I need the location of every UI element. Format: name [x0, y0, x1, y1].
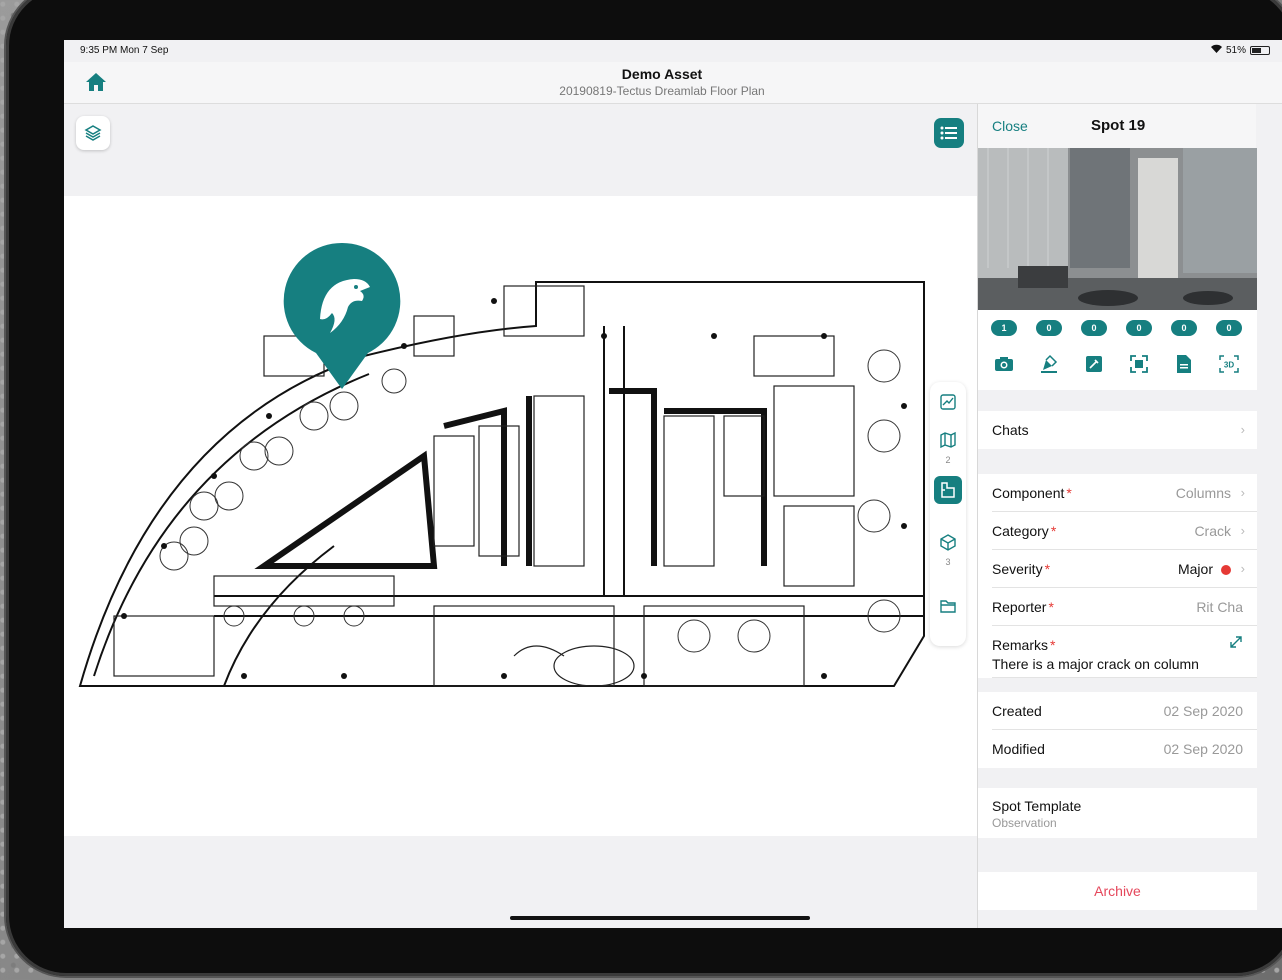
photo-count: 1 [991, 320, 1017, 336]
floor-plan-sheet[interactable] [64, 196, 977, 836]
layers-button[interactable] [76, 116, 110, 150]
tool-chart[interactable] [934, 388, 962, 416]
remarks-text: There is a major crack on column [992, 656, 1199, 672]
tool-map-count: 2 [945, 455, 951, 465]
document-button[interactable] [1172, 352, 1196, 376]
document-icon [1177, 355, 1191, 373]
markup-button[interactable] [1037, 352, 1061, 376]
pen-icon [1041, 354, 1058, 373]
severity-dot-icon [1221, 565, 1231, 575]
screen: 9:35 PM Mon 7 Sep 51% Demo Asset 2019081… [64, 40, 1282, 928]
chevron-right-icon: › [1240, 422, 1245, 437]
spot-template-value: Observation [992, 816, 1057, 830]
tool-3d[interactable] [934, 528, 962, 556]
reporter-label: Reporter * [992, 599, 1054, 615]
floorplan-icon [941, 482, 955, 498]
list-icon [940, 126, 957, 140]
created-value: 02 Sep 2020 [1163, 703, 1243, 719]
camera-button[interactable] [992, 352, 1016, 376]
category-row[interactable]: Category * Crack › [978, 512, 1257, 550]
category-label: Category * [992, 523, 1057, 539]
map-icon [940, 431, 956, 449]
floor-plan-viewer[interactable]: 2 5 3 [64, 104, 977, 928]
status-right: 51% [1210, 44, 1270, 56]
camera-icon [995, 357, 1013, 371]
3d-view-icon: 3D [1219, 355, 1239, 373]
page-subtitle: 20190819-Tectus Dreamlab Floor Plan [559, 84, 765, 98]
chart-icon [940, 394, 956, 410]
sketch-button[interactable] [1082, 352, 1106, 376]
modified-value: 02 Sep 2020 [1163, 741, 1243, 757]
scan-icon [1130, 355, 1148, 373]
reporter-row[interactable]: Reporter * Rit Cha [978, 588, 1257, 626]
document-count: 0 [1171, 320, 1197, 336]
tool-floorplan-count: 5 [945, 507, 951, 517]
panel-header: Close Spot 19 [978, 104, 1256, 148]
cube-icon [940, 534, 956, 551]
chevron-right-icon: › [1240, 523, 1245, 538]
view-toolbar: 2 5 3 [930, 382, 966, 646]
scan-count: 0 [1126, 320, 1152, 336]
component-row[interactable]: Component * Columns › [978, 474, 1257, 512]
markup-count: 0 [1036, 320, 1062, 336]
status-bar: 9:35 PM Mon 7 Sep 51% [64, 40, 1282, 62]
wifi-icon [1210, 44, 1222, 56]
status-time: 9:35 PM Mon 7 Sep [80, 45, 169, 56]
spot-pin[interactable] [282, 241, 402, 391]
component-label: Component * [992, 485, 1072, 501]
scan-button[interactable] [1127, 352, 1151, 376]
reporter-value: Rit Cha [1196, 599, 1243, 615]
modified-label: Modified [992, 741, 1045, 757]
sketch-count: 0 [1081, 320, 1107, 336]
spot-photo[interactable] [978, 148, 1257, 310]
spot-template-label: Spot Template [992, 798, 1082, 814]
ipad-frame: 9:35 PM Mon 7 Sep 51% Demo Asset 2019081… [6, 0, 1282, 976]
home-indicator [510, 916, 810, 920]
chats-label: Chats [992, 422, 1029, 438]
panel-title: Spot 19 [1091, 117, 1146, 134]
modified-row: Modified 02 Sep 2020 [978, 730, 1257, 768]
folder-icon [940, 600, 956, 613]
tool-3d-count: 3 [945, 557, 951, 567]
tool-map[interactable] [934, 426, 962, 454]
attachment-counts: 1 0 0 0 0 0 3D [978, 310, 1257, 390]
spot-template-row[interactable]: Spot Template Observation [978, 788, 1257, 838]
3d-count: 0 [1216, 320, 1242, 336]
eagle-logo-icon [283, 242, 401, 389]
category-value: Crack [1194, 523, 1231, 539]
svg-text:3D: 3D [1224, 361, 1234, 370]
remarks-row[interactable]: Remarks * There is a major crack on colum… [978, 626, 1257, 678]
tool-folder[interactable] [934, 592, 962, 620]
nav-bar: Demo Asset 20190819-Tectus Dreamlab Floo… [64, 62, 1282, 104]
tool-floorplan[interactable] [934, 476, 962, 504]
component-value: Columns [1175, 485, 1231, 501]
severity-label: Severity * [992, 561, 1051, 577]
severity-row[interactable]: Severity * Major › [978, 550, 1257, 588]
severity-value: Major [1178, 561, 1231, 577]
chats-row[interactable]: Chats › [978, 411, 1257, 449]
layers-icon [84, 125, 102, 141]
remarks-label: Remarks * [992, 637, 1056, 653]
floor-plan-drawing [78, 281, 925, 687]
archive-button[interactable]: Archive [978, 872, 1257, 910]
page-title: Demo Asset [621, 66, 703, 82]
created-row: Created 02 Sep 2020 [978, 692, 1257, 730]
list-button[interactable] [934, 118, 964, 148]
chevron-right-icon: › [1240, 485, 1245, 500]
close-button[interactable]: Close [992, 118, 1028, 134]
chevron-right-icon: › [1240, 561, 1245, 576]
created-label: Created [992, 703, 1042, 719]
expand-icon[interactable] [1229, 635, 1243, 654]
3d-button[interactable]: 3D [1217, 352, 1241, 376]
battery-percent: 51% [1225, 44, 1246, 56]
battery-icon [1250, 45, 1270, 55]
sketch-icon [1086, 356, 1102, 372]
office-photo-image [978, 148, 1257, 310]
spot-detail-panel: Close Spot 19 1 0 0 0 0 0 3D Chats › Com… [977, 104, 1257, 928]
